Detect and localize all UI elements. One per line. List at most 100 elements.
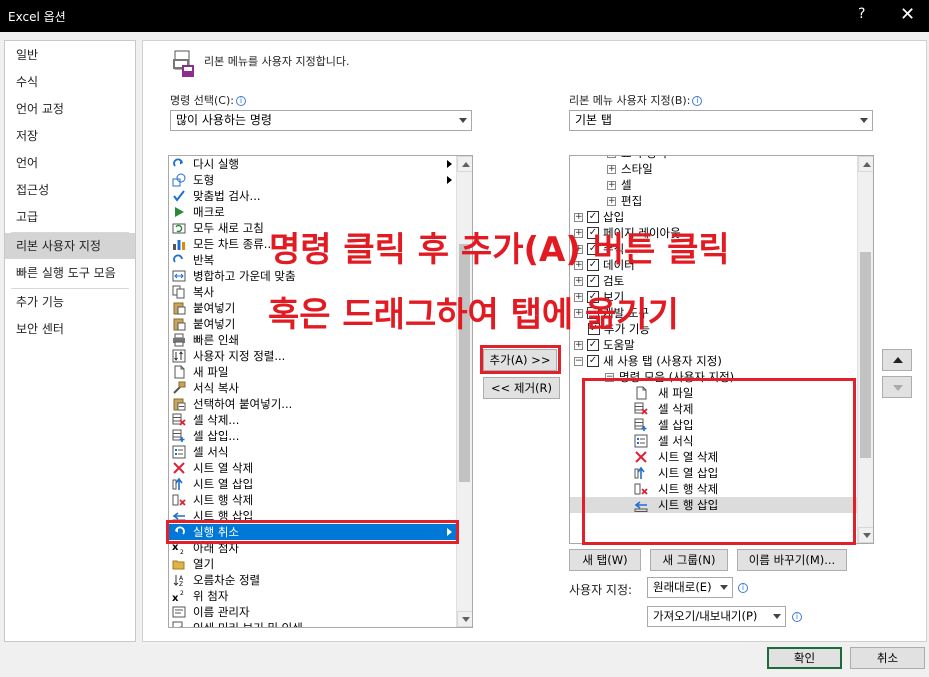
tree-node[interactable]: 새 파일 [570,385,857,401]
command-item[interactable]: 맞춤법 검사... [169,188,456,204]
collapse-icon[interactable]: − [605,373,614,382]
command-item[interactable]: 셀 서식 [169,444,456,460]
new-tab-button[interactable]: 새 탭(W) [569,549,641,571]
command-item[interactable]: 이름 관리자 [169,604,456,620]
command-item[interactable]: 선택하여 붙여넣기... [169,396,456,412]
command-item[interactable]: 새 파일 [169,364,456,380]
expand-icon[interactable]: + [574,277,583,286]
command-item[interactable]: 셀 삭제... [169,412,456,428]
command-label: 도형 [193,173,215,187]
add-button[interactable]: 추가(A) >> [483,349,557,371]
tree-node[interactable]: 시트 행 삽입 [570,497,857,513]
command-item[interactable]: x2 위 첨자 [169,588,456,604]
tree-node[interactable]: + 셀 [570,177,857,193]
copy-icon [172,285,186,299]
tab-checkbox[interactable]: ✓ [587,355,599,367]
tree-node-label: 시트 행 삭제 [658,482,719,496]
nav-item[interactable]: 언어 교정 [5,96,135,122]
nav-item[interactable]: 일반 [5,42,135,68]
reset-dropdown[interactable]: 원래대로(E) [647,577,733,598]
options-nav: 일반 수식 언어 교정 저장 언어 접근성 고급 리본 사용자 지정 빠른 실행… [4,40,136,642]
scroll-thumb[interactable] [459,244,470,482]
tree-scrollbar[interactable] [857,156,873,543]
nav-item[interactable]: 고급 [5,204,135,230]
merge-center-icon [172,269,186,283]
move-up-button[interactable] [882,349,912,371]
tree-node[interactable]: 시트 열 삽입 [570,465,857,481]
tree-node[interactable]: 시트 행 삭제 [570,481,857,497]
choose-commands-dropdown[interactable]: 많이 사용하는 명령 [170,110,472,131]
ribbon-tree[interactable]: +표시 형식+스타일+셀+편집+✓삽입+✓페이지 레이아웃+✓수식+✓데이터+✓… [569,155,874,544]
tree-node[interactable]: 셀 삭제 [570,401,857,417]
command-label: 사용자 지정 정렬... [193,349,286,363]
command-item[interactable]: 사용자 지정 정렬... [169,348,456,364]
submenu-arrow-icon [447,176,452,184]
command-item[interactable]: 시트 열 삭제 [169,460,456,476]
tree-node[interactable]: + 편집 [570,193,857,209]
scroll-down-button[interactable] [858,527,873,543]
command-label: 셀 삽입... [193,429,240,443]
expand-icon[interactable]: + [607,181,616,190]
close-button[interactable]: ✕ [900,4,915,25]
expand-icon[interactable]: + [607,197,616,206]
command-item[interactable]: 인쇄 미리 보기 및 인쇄 [169,620,456,627]
command-item[interactable]: 서식 복사 [169,380,456,396]
tree-node[interactable]: 셀 서식 [570,433,857,449]
expand-icon[interactable]: + [574,213,583,222]
nav-item[interactable]: 빠른 실행 도구 모음 [5,260,135,286]
tree-node-label: 명령 모음 (사용자 지정) [619,370,735,384]
command-label: 시트 열 삽입 [193,477,254,491]
remove-button[interactable]: << 제거(R) [483,377,560,399]
scroll-up-button[interactable] [457,156,472,172]
tab-checkbox[interactable]: ✓ [587,339,599,351]
nav-item[interactable]: 수식 [5,69,135,95]
command-item[interactable]: 다시 실행 [169,156,456,172]
nav-item[interactable]: 언어 [5,150,135,176]
scroll-up-button[interactable] [858,156,873,172]
nav-item[interactable]: 접근성 [5,177,135,203]
new-group-button[interactable]: 새 그룹(N) [650,549,728,571]
open-icon [172,557,186,571]
command-item[interactable]: A Z 오름차순 정렬 [169,572,456,588]
scroll-down-button[interactable] [457,611,472,627]
cancel-button[interactable]: 취소 [850,647,925,669]
nav-item[interactable]: 보안 센터 [5,316,135,342]
customize-ribbon-dropdown[interactable]: 기본 탭 [569,110,873,131]
command-item[interactable]: 매크로 [169,204,456,220]
command-item[interactable]: 도형 [169,172,456,188]
command-item[interactable]: 실행 취소 [169,524,456,540]
nav-item[interactable]: 추가 기능 [5,289,135,315]
command-item[interactable]: 시트 행 삭제 [169,492,456,508]
command-item[interactable]: 시트 열 삽입 [169,476,456,492]
tree-node[interactable]: + 스타일 [570,161,857,177]
scroll-thumb[interactable] [860,252,871,458]
tree-node-label: 시트 행 삽입 [658,498,719,512]
ok-button[interactable]: 확인 [767,647,842,669]
arrow-down-icon [462,617,470,622]
tree-node[interactable]: 시트 열 삭제 [570,449,857,465]
expand-icon[interactable]: + [607,156,616,158]
help-button[interactable]: ? [858,6,865,22]
command-item[interactable]: 시트 행 삽입 [169,508,456,524]
tab-checkbox[interactable]: ✓ [587,275,599,287]
command-label: 붙여넣기 [193,301,236,315]
expand-icon[interactable]: + [574,341,583,350]
command-item[interactable]: 열기 [169,556,456,572]
tree-node[interactable]: − ✓ 새 사용 탭 (사용자 지정) [570,353,857,369]
expand-icon[interactable]: + [607,165,616,174]
command-label: 다시 실행 [193,157,239,171]
tree-node[interactable]: + ✓ 도움말 [570,337,857,353]
import-export-dropdown[interactable]: 가져오기/내보내기(P) [647,606,786,627]
new-file-icon [172,365,186,379]
nav-item-ribbon-customize[interactable]: 리본 사용자 지정 [5,233,135,259]
annotation-text-line1: 명령 클릭 후 추가(A) 버튼 클릭 [269,230,730,270]
tree-node[interactable]: − 명령 모음 (사용자 지정) [570,369,857,385]
collapse-icon[interactable]: − [574,357,583,366]
tree-node[interactable]: 셀 삽입 [570,417,857,433]
command-label: 위 첨자 [193,589,229,603]
nav-item[interactable]: 저장 [5,123,135,149]
move-down-button[interactable] [882,376,912,398]
command-item[interactable]: 셀 삽입... [169,428,456,444]
rename-button[interactable]: 이름 바꾸기(M)... [737,549,847,571]
command-item[interactable]: x 2 아래 첨자 [169,540,456,556]
